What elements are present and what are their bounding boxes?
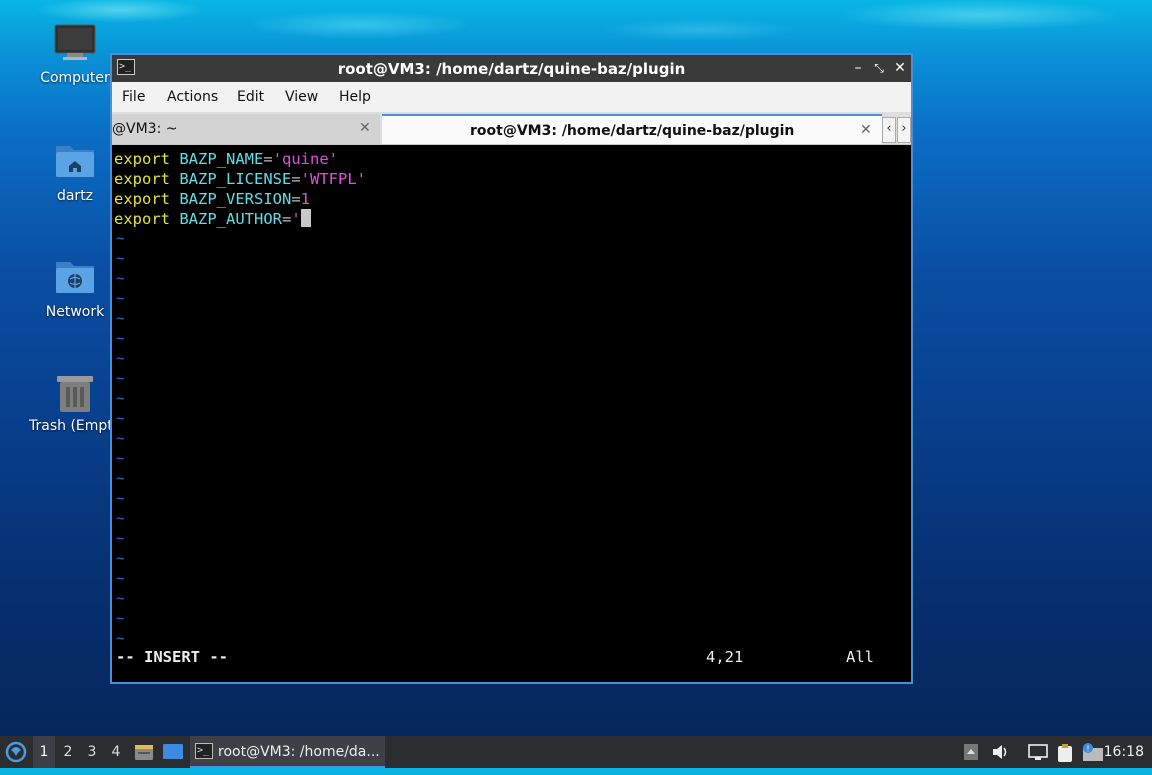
file-manager-launcher[interactable] xyxy=(133,736,155,768)
svg-text:!: ! xyxy=(1086,745,1089,754)
tab-label: root@VM3: /home/dartz/quine-baz/plugin xyxy=(470,123,795,139)
terminal-content[interactable]: export BAZP_NAME='quine' export BAZP_LIC… xyxy=(114,147,909,682)
workspace-2[interactable]: 2 xyxy=(57,736,79,768)
empty-line-tilde: ~ xyxy=(116,231,125,247)
empty-line-tilde: ~ xyxy=(116,311,125,327)
empty-line-tilde: ~ xyxy=(116,351,125,367)
vim-status-line: -- INSERT -- 4,21 All xyxy=(114,647,909,667)
workspace-4[interactable]: 4 xyxy=(105,736,127,768)
vim-mode: -- INSERT -- xyxy=(116,648,228,666)
desktop-icon-computer[interactable]: Computer xyxy=(27,22,123,86)
menu-bar: File Actions Edit View Help xyxy=(112,82,911,112)
empty-line-tilde: ~ xyxy=(116,371,125,387)
tray-expand-icon[interactable] xyxy=(963,743,981,761)
task-label: root@VM3: /home/da... xyxy=(218,744,380,760)
tab-scroll-left-icon[interactable]: ‹ xyxy=(882,117,896,143)
menu-actions[interactable]: Actions xyxy=(167,89,218,105)
notification-icon[interactable]: ! xyxy=(1082,743,1104,761)
tab-close-icon[interactable]: ✕ xyxy=(860,122,872,138)
file-manager-icon xyxy=(135,745,153,760)
empty-line-tilde: ~ xyxy=(116,411,125,427)
empty-line-tilde: ~ xyxy=(116,431,125,447)
empty-line-tilde: ~ xyxy=(116,511,125,527)
desktop-icon-label: Trash (Empty) xyxy=(29,418,110,434)
menu-file[interactable]: File xyxy=(122,89,145,105)
empty-line-tilde: ~ xyxy=(116,611,125,627)
desktop-icon-trash[interactable]: Trash (Empty) xyxy=(27,372,110,434)
empty-line-tilde: ~ xyxy=(116,471,125,487)
taskbar-terminal-button[interactable]: >_ root@VM3: /home/da... xyxy=(190,736,385,768)
menu-view[interactable]: View xyxy=(285,89,318,105)
terminal-window[interactable]: >_ root@VM3: /home/dartz/quine-baz/plugi… xyxy=(110,53,913,684)
maximize-button[interactable]: ⤡ xyxy=(870,59,888,77)
empty-line-tilde: ~ xyxy=(116,391,125,407)
empty-line-tilde: ~ xyxy=(116,271,125,287)
desktop-icon xyxy=(163,744,183,759)
empty-line-tilde: ~ xyxy=(116,571,125,587)
minimize-button[interactable]: – xyxy=(849,59,867,77)
tab-close-icon[interactable]: ✕ xyxy=(359,120,371,136)
empty-line-tilde: ~ xyxy=(116,291,125,307)
home-folder-icon xyxy=(56,146,94,177)
workspace-3[interactable]: 3 xyxy=(81,736,103,768)
window-titlebar[interactable]: >_ root@VM3: /home/dartz/quine-baz/plugi… xyxy=(112,55,911,82)
computer-icon xyxy=(54,24,96,60)
text-cursor xyxy=(300,209,311,227)
tab-home[interactable]: @VM3: ~ ✕ xyxy=(112,114,380,144)
empty-line-tilde: ~ xyxy=(116,331,125,347)
menu-edit[interactable]: Edit xyxy=(237,89,264,105)
empty-line-tilde: ~ xyxy=(116,551,125,567)
desktop-icon-home[interactable]: dartz xyxy=(27,140,123,204)
tab-plugin[interactable]: root@VM3: /home/dartz/quine-baz/plugin ✕ xyxy=(382,114,882,144)
empty-line-tilde: ~ xyxy=(116,631,125,647)
terminal-icon: >_ xyxy=(195,743,213,759)
clipboard-icon[interactable] xyxy=(1055,743,1075,762)
window-title: root@VM3: /home/dartz/quine-baz/plugin xyxy=(337,60,686,78)
empty-line-tilde: ~ xyxy=(116,451,125,467)
network-folder-icon xyxy=(56,262,94,293)
show-desktop-button[interactable] xyxy=(161,736,185,768)
close-button[interactable]: ✕ xyxy=(891,59,909,77)
tab-scroll-right-icon[interactable]: › xyxy=(897,117,911,143)
clock: 16:18 xyxy=(1103,744,1144,760)
taskbar: 1 2 3 4 >_ root@VM3: /home/da... ! 16:18 xyxy=(0,736,1152,768)
editor-line: export BAZP_LICENSE='WTFPL' xyxy=(114,170,366,188)
volume-icon[interactable] xyxy=(991,743,1009,761)
lxqt-logo-icon xyxy=(5,741,27,763)
tab-label: @VM3: ~ xyxy=(112,121,178,137)
scroll-indicator: All xyxy=(846,648,874,666)
trash-icon xyxy=(57,376,93,412)
empty-line-tilde: ~ xyxy=(116,531,125,547)
cursor-position: 4,21 xyxy=(706,648,744,666)
desktop-icon-label: Computer xyxy=(40,70,110,86)
editor-line: export BAZP_AUTHOR=' xyxy=(114,209,311,229)
desktop-icon-label: dartz xyxy=(56,188,94,204)
empty-line-tilde: ~ xyxy=(116,251,125,267)
editor-line: export BAZP_VERSION=1 xyxy=(114,190,311,208)
editor-line: export BAZP_NAME='quine' xyxy=(114,150,339,168)
start-menu-button[interactable] xyxy=(2,736,30,768)
tab-bar: @VM3: ~ ✕ root@VM3: /home/dartz/quine-ba… xyxy=(112,112,911,145)
menu-help[interactable]: Help xyxy=(339,89,371,105)
desktop-icon-network[interactable]: Network xyxy=(27,256,123,320)
desktop-icon-label: Network xyxy=(45,304,105,320)
empty-line-tilde: ~ xyxy=(116,491,125,507)
workspace-1[interactable]: 1 xyxy=(33,736,55,768)
empty-line-tilde: ~ xyxy=(116,591,125,607)
network-monitor-icon[interactable] xyxy=(1028,743,1048,761)
